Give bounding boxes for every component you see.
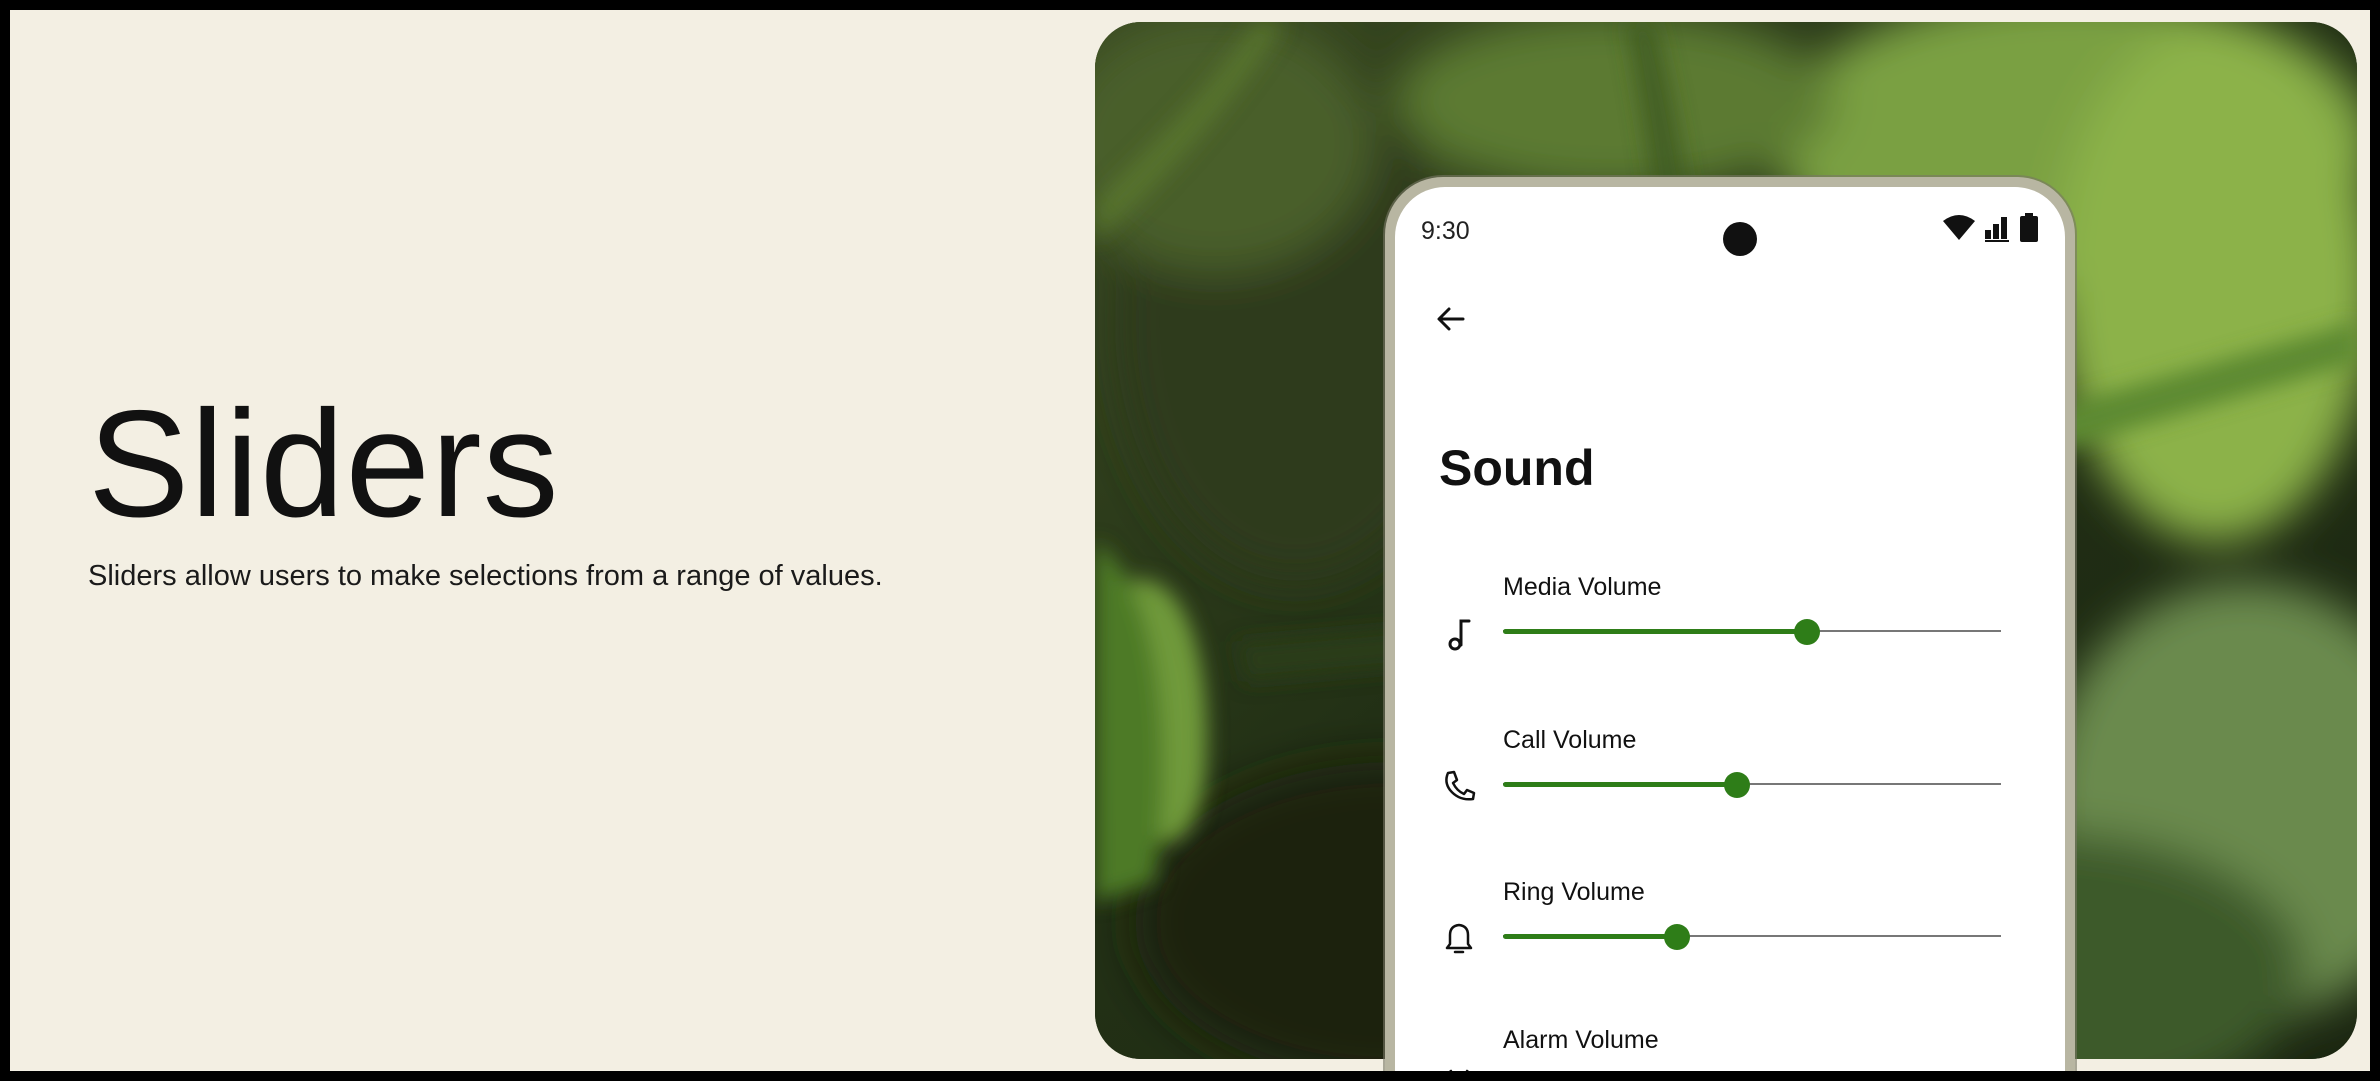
hero-description: Sliders allow users to make selections f… — [88, 560, 883, 592]
alarm-icon — [1449, 1069, 1469, 1071]
call-volume-slider[interactable] — [1503, 770, 2001, 800]
slider-thumb[interactable] — [1724, 772, 1751, 798]
status-bar-icons — [1941, 213, 2039, 243]
slider-row-call: Call Volume — [1395, 722, 2065, 822]
page-frame: Sliders Sliders allow users to make sele… — [0, 0, 2380, 1081]
camera-cutout — [1723, 222, 1757, 256]
slider-label: Ring Volume — [1503, 878, 1645, 906]
slider-fill — [1503, 782, 1738, 787]
slider-label: Media Volume — [1503, 573, 1662, 601]
phone-icon — [1445, 770, 1476, 801]
screen-title: Sound — [1439, 440, 1595, 496]
slider-fill — [1503, 629, 1807, 634]
slider-label: Alarm Volume — [1503, 1026, 1659, 1054]
ring-volume-slider[interactable] — [1503, 922, 2001, 952]
slider-label: Call Volume — [1503, 726, 1637, 754]
phone-screen: 9:30 Sound Media Volume Call Volume Ring… — [1395, 187, 2065, 1071]
arrow-left-icon — [1437, 307, 1465, 331]
slider-thumb[interactable] — [1664, 924, 1691, 950]
battery-icon — [2020, 213, 2038, 242]
hero-title: Sliders — [88, 379, 560, 549]
slider-thumb[interactable] — [1793, 619, 1820, 645]
status-time: 9:30 — [1421, 217, 1470, 245]
wifi-icon — [1943, 215, 1975, 240]
music-note-icon — [1448, 619, 1471, 651]
slider-row-alarm: Alarm Volume — [1395, 1022, 2065, 1071]
slider-row-media: Media Volume — [1395, 569, 2065, 669]
bell-icon — [1445, 923, 1473, 954]
back-button[interactable] — [1427, 295, 1475, 343]
signal-icon — [1985, 217, 2009, 242]
media-volume-slider[interactable] — [1503, 617, 2001, 647]
phone-mockup: 9:30 Sound Media Volume Call Volume Ring… — [1385, 177, 2075, 1071]
slider-fill — [1503, 934, 1678, 939]
slider-row-ring: Ring Volume — [1395, 874, 2065, 974]
